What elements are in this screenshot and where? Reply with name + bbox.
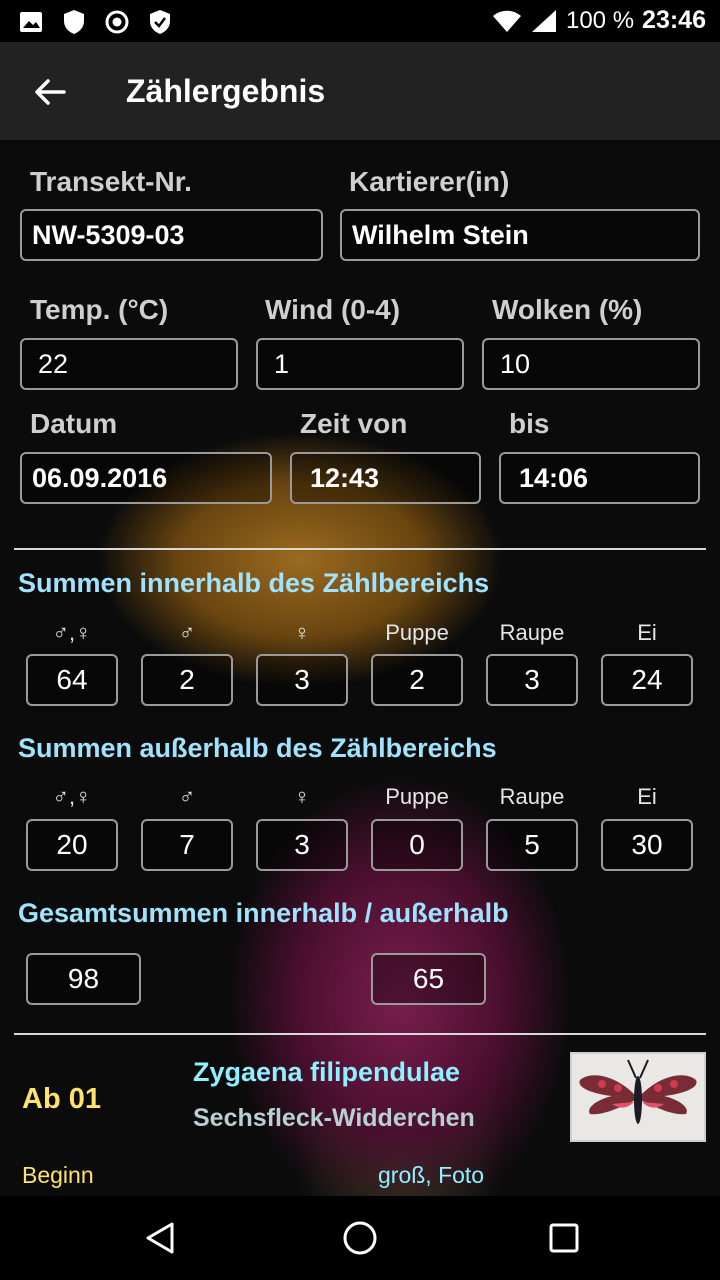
wifi-icon bbox=[492, 10, 521, 32]
temp-label: Temp. (°C) bbox=[30, 294, 169, 325]
date-field[interactable]: 06.09.2016 bbox=[20, 452, 272, 504]
transect-field[interactable]: NW-5309-03 bbox=[20, 209, 323, 261]
moth-image bbox=[579, 1059, 697, 1124]
species-note-left: Beginn bbox=[22, 1162, 94, 1188]
inside-label-pupa: Puppe bbox=[385, 620, 449, 645]
inside-count-f[interactable]: 3 bbox=[256, 654, 348, 706]
inside-count-mf[interactable]: 64 bbox=[26, 654, 118, 706]
species-note-right: groß, Foto bbox=[378, 1162, 485, 1188]
total-inside[interactable]: 98 bbox=[26, 953, 141, 1005]
shield-check-icon bbox=[150, 10, 170, 34]
inside-label-caterpillar: Raupe bbox=[499, 620, 565, 645]
time-from-label: Zeit von bbox=[300, 408, 408, 439]
result-content[interactable]: Transekt-Nr. Kartierer(in) NW-5309-03 Wi… bbox=[0, 140, 720, 1196]
battery-level: 100 % bbox=[565, 6, 635, 34]
navigation-bar bbox=[0, 1196, 720, 1280]
outside-label-pupa: Puppe bbox=[385, 784, 449, 809]
status-icons-right: 100 % 23:46 bbox=[492, 6, 706, 35]
outside-label-caterpillar: Raupe bbox=[499, 784, 565, 809]
wind-field[interactable]: 1 bbox=[256, 338, 464, 390]
wind-label: Wind (0-4) bbox=[265, 294, 401, 325]
clouds-label: Wolken (%) bbox=[492, 294, 643, 325]
outside-count-m[interactable]: 7 bbox=[141, 819, 233, 871]
divider bbox=[14, 548, 706, 550]
clouds-field[interactable]: 10 bbox=[482, 338, 700, 390]
recorder-field[interactable]: Wilhelm Stein bbox=[340, 209, 700, 261]
time-from-field[interactable]: 12:43 bbox=[290, 452, 481, 504]
outside-label-egg: Ei bbox=[637, 784, 657, 809]
outside-title: Summen außerhalb des Zählbereichs bbox=[18, 733, 497, 763]
temp-field[interactable]: 22 bbox=[20, 338, 238, 390]
square-recents-icon[interactable] bbox=[544, 1218, 584, 1258]
total-outside[interactable]: 65 bbox=[371, 953, 486, 1005]
page-title: Zählergebnis bbox=[126, 73, 326, 109]
inside-title: Summen innerhalb des Zählbereichs bbox=[18, 568, 490, 598]
recorder-label: Kartierer(in) bbox=[349, 166, 510, 197]
species-common-name: Sechsfleck-Widderchen bbox=[193, 1104, 475, 1132]
shield-icon bbox=[64, 10, 84, 34]
outside-count-egg[interactable]: 30 bbox=[601, 819, 693, 871]
species-latin-name: Zygaena filipendulae bbox=[193, 1057, 461, 1087]
outside-count-f[interactable]: 3 bbox=[256, 819, 348, 871]
inside-label-f: ♀ bbox=[293, 620, 311, 645]
outside-label-f: ♀ bbox=[293, 784, 311, 809]
record-icon bbox=[105, 10, 129, 34]
date-label: Datum bbox=[30, 408, 118, 439]
app-toolbar: Zählergebnis bbox=[0, 42, 720, 140]
clock: 23:46 bbox=[642, 6, 706, 34]
inside-label-mf: ♂,♀ bbox=[52, 620, 92, 645]
image-icon bbox=[20, 12, 42, 32]
outside-count-pupa[interactable]: 0 bbox=[371, 819, 463, 871]
circle-home-icon[interactable] bbox=[340, 1218, 380, 1258]
time-to-field[interactable]: 14:06 bbox=[499, 452, 700, 504]
inside-label-m: ♂ bbox=[178, 620, 196, 645]
transect-label: Transekt-Nr. bbox=[30, 166, 192, 197]
inside-label-egg: Ei bbox=[637, 620, 657, 645]
signal-icon bbox=[531, 9, 556, 32]
section-code: Ab 01 bbox=[22, 1083, 101, 1115]
outside-count-mf[interactable]: 20 bbox=[26, 819, 118, 871]
inside-count-egg[interactable]: 24 bbox=[601, 654, 693, 706]
status-icons-left bbox=[18, 8, 172, 36]
divider bbox=[14, 1033, 706, 1035]
outside-label-mf: ♂,♀ bbox=[52, 784, 92, 809]
triangle-back-icon[interactable] bbox=[140, 1218, 180, 1258]
status-bar: 100 % 23:46 bbox=[0, 0, 720, 42]
outside-label-m: ♂ bbox=[178, 784, 196, 809]
arrow-left-icon[interactable] bbox=[30, 72, 70, 112]
inside-count-caterpillar[interactable]: 3 bbox=[486, 654, 578, 706]
outside-count-caterpillar[interactable]: 5 bbox=[486, 819, 578, 871]
species-photo[interactable] bbox=[570, 1052, 706, 1142]
inside-count-m[interactable]: 2 bbox=[141, 654, 233, 706]
totals-title: Gesamtsummen innerhalb / außerhalb bbox=[18, 898, 509, 928]
time-to-label: bis bbox=[509, 408, 550, 439]
inside-count-pupa[interactable]: 2 bbox=[371, 654, 463, 706]
